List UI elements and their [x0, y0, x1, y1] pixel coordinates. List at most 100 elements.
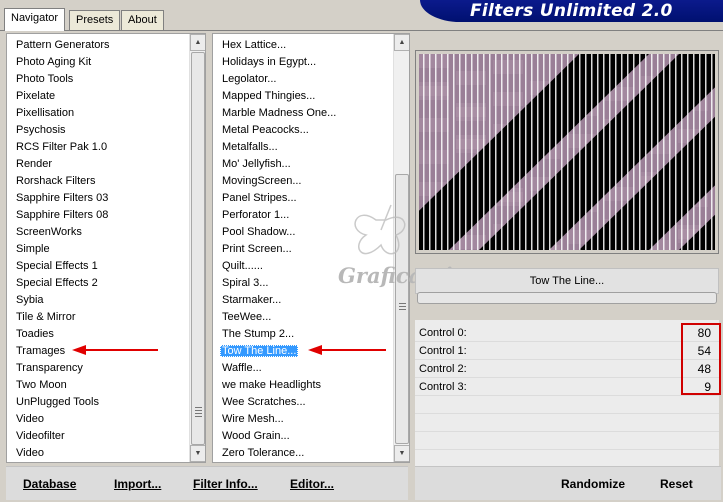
filter-item[interactable]: Pool Shadow...	[213, 224, 393, 241]
category-item[interactable]: Videofilter	[7, 428, 189, 445]
filter-item[interactable]: Metal Peacocks...	[213, 122, 393, 139]
filter-item[interactable]: Marble Madness One...	[213, 105, 393, 122]
filter-item[interactable]: Spiral 3...	[213, 275, 393, 292]
category-item[interactable]: Sapphire Filters 03	[7, 190, 189, 207]
category-item-label: Pixelate	[16, 90, 56, 102]
category-item[interactable]: Tile & Mirror	[7, 309, 189, 326]
filter-item[interactable]: Mapped Thingies...	[213, 88, 393, 105]
filter-item[interactable]: Metalfalls...	[213, 139, 393, 156]
filter-item[interactable]: Holidays in Egypt...	[213, 54, 393, 71]
category-item[interactable]: Rorshack Filters	[7, 173, 189, 190]
category-item[interactable]: Toadies	[7, 326, 189, 343]
category-item[interactable]: Photo Aging Kit	[7, 54, 189, 71]
filter-list[interactable]: Hex Lattice... Holidays in Egypt... Legola…	[212, 33, 410, 463]
category-item[interactable]: Visual Effects	[7, 462, 189, 463]
filter-item-label: Zero Tolerance...	[222, 447, 305, 459]
category-item[interactable]: UnPlugged Tools	[7, 394, 189, 411]
category-item[interactable]: Photo Tools	[7, 71, 189, 88]
filter-item[interactable]: Zero Tolerance...	[213, 445, 393, 462]
category-item-label: ScreenWorks	[16, 226, 82, 238]
reset-button[interactable]: Reset	[660, 477, 693, 491]
category-item[interactable]: RCS Filter Pak 1.0	[7, 139, 189, 156]
filter-item[interactable]: Hex Lattice...	[213, 37, 393, 54]
category-item-label: UnPlugged Tools	[16, 396, 99, 408]
category-item[interactable]: Simple	[7, 241, 189, 258]
filter-item[interactable]: The Stump 2...	[213, 326, 393, 343]
filter-item[interactable]: Perforator 1...	[213, 207, 393, 224]
filter-item[interactable]: MovingScreen...	[213, 173, 393, 190]
scroll-down-icon[interactable]: ▼	[190, 445, 205, 462]
annotation-arrow	[320, 349, 386, 351]
category-item[interactable]: Sybia	[7, 292, 189, 309]
category-item[interactable]: Render	[7, 156, 189, 173]
filter-item-label: TeeWee...	[222, 311, 272, 323]
tab-navigator[interactable]: Navigator	[4, 8, 66, 31]
category-item[interactable]: Special Effects 2	[7, 275, 189, 292]
filter-item[interactable]: Tow The Line...	[213, 343, 393, 360]
category-item[interactable]: Pixellisation	[7, 105, 189, 122]
category-item[interactable]: Special Effects 1	[7, 258, 189, 275]
category-scrollbar[interactable]: ▲ ▼	[189, 34, 205, 462]
tab-about[interactable]: About	[121, 10, 164, 30]
filter-item[interactable]: Waffle...	[213, 360, 393, 377]
filter-item[interactable]: Wire Mesh...	[213, 411, 393, 428]
category-item[interactable]: Sapphire Filters 08	[7, 207, 189, 224]
filter-item[interactable]: Legolator...	[213, 71, 393, 88]
filter-item-label: Wood Grain...	[222, 430, 290, 442]
category-item[interactable]: Pattern Generators	[7, 37, 189, 54]
filter-scrollbar[interactable]: ▲ ▼	[393, 34, 409, 462]
category-item[interactable]: Video	[7, 411, 189, 428]
category-item-label: Photo Aging Kit	[16, 56, 92, 68]
filter-item-label: The Stump 2...	[222, 328, 295, 340]
scroll-up-icon[interactable]: ▲	[190, 34, 205, 51]
import-button[interactable]: Import...	[114, 477, 161, 491]
category-item-label: Simple	[16, 243, 50, 255]
category-item-label: Video	[16, 413, 44, 425]
filter-scroll-thumb[interactable]	[395, 174, 409, 444]
filter-item[interactable]: Wee Scratches...	[213, 394, 393, 411]
filter-item[interactable]: Quilt......	[213, 258, 393, 275]
filter-item-label: Starmaker...	[222, 294, 282, 306]
filter-item[interactable]: Starmaker...	[213, 292, 393, 309]
category-item[interactable]: Pixelate	[7, 88, 189, 105]
category-item-label: Tramages	[16, 345, 66, 357]
category-scroll-thumb[interactable]	[191, 52, 205, 445]
category-item-label: Special Effects 1	[16, 260, 98, 272]
control-row-3[interactable]: Control 3: 9	[415, 378, 719, 396]
category-item-label: Sapphire Filters 03	[16, 192, 109, 204]
filter-item[interactable]: Panel Stripes...	[213, 190, 393, 207]
scroll-up-icon[interactable]: ▲	[394, 34, 409, 51]
filter-item[interactable]: TeeWee...	[213, 309, 393, 326]
filter-item-label: Perforator 1...	[222, 209, 290, 221]
controls-panel: Control 0: 80 Control 1: 54 Control 2: 4…	[415, 320, 719, 470]
control-row-2[interactable]: Control 2: 48	[415, 360, 719, 378]
category-item-label: RCS Filter Pak 1.0	[16, 141, 108, 153]
filter-item[interactable]: we make Headlights	[213, 377, 393, 394]
category-item[interactable]: Tramages	[7, 343, 189, 360]
database-button[interactable]: Database	[23, 477, 76, 491]
category-item-label: Transparency	[16, 362, 83, 374]
filter-item[interactable]: Wood Grain...	[213, 428, 393, 445]
category-item[interactable]: Transparency	[7, 360, 189, 377]
arrow-head-icon	[72, 345, 86, 355]
filter-item-label: Pool Shadow...	[222, 226, 296, 238]
filter-item[interactable]: Print Screen...	[213, 241, 393, 258]
control-0-label: Control 0:	[419, 327, 467, 339]
randomize-button[interactable]: Randomize	[561, 477, 625, 491]
control-3-label: Control 3:	[419, 381, 467, 393]
tab-presets[interactable]: Presets	[69, 10, 121, 30]
filter-item-label: Print Screen...	[222, 243, 292, 255]
filter-item[interactable]: Mo' Jellyfish...	[213, 156, 393, 173]
category-list[interactable]: Pattern Generators Photo Aging Kit Photo T…	[6, 33, 206, 463]
filter-item-label: Wee Scratches...	[222, 396, 306, 408]
filter-item-label: Waffle...	[222, 362, 262, 374]
control-row-0[interactable]: Control 0: 80	[415, 324, 719, 342]
filter-info-button[interactable]: Filter Info...	[193, 477, 258, 491]
control-row-1[interactable]: Control 1: 54	[415, 342, 719, 360]
category-item[interactable]: ScreenWorks	[7, 224, 189, 241]
scroll-down-icon[interactable]: ▼	[394, 445, 409, 462]
category-item[interactable]: Two Moon	[7, 377, 189, 394]
editor-button[interactable]: Editor...	[290, 477, 334, 491]
category-item[interactable]: Video	[7, 445, 189, 462]
category-item[interactable]: Psychosis	[7, 122, 189, 139]
